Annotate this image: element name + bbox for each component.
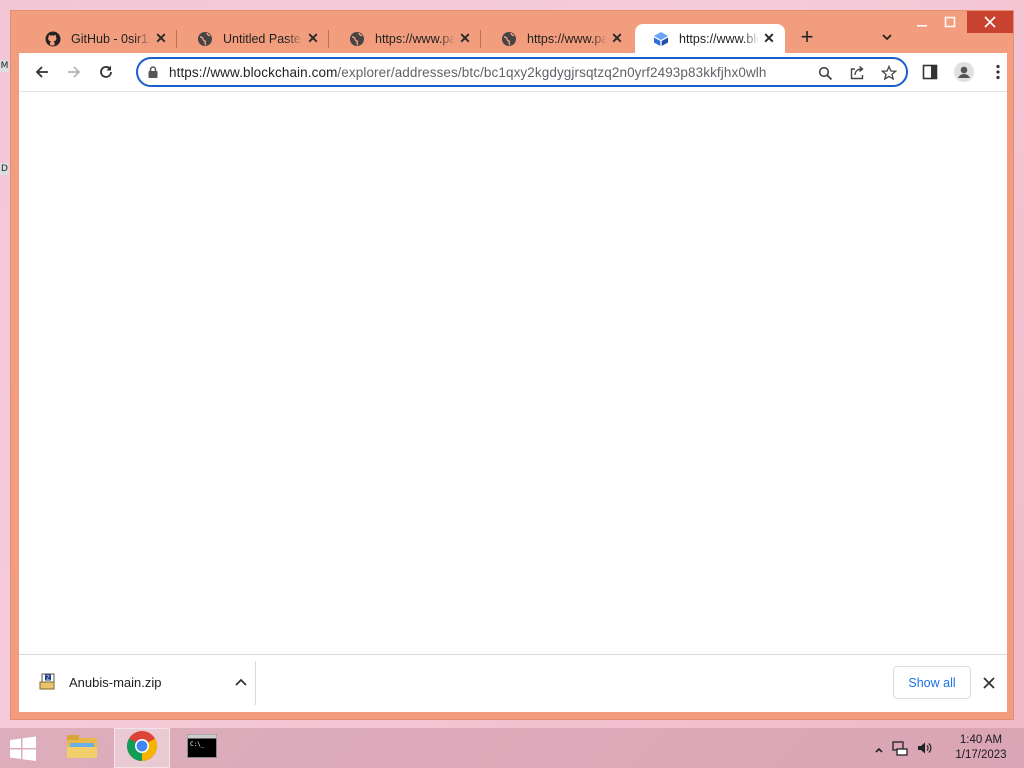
browser-window: GitHub - 0sir1ss ✕ Untitled Paste | p ✕ … bbox=[10, 10, 1014, 720]
tab-separator bbox=[480, 30, 481, 48]
globe-icon bbox=[501, 31, 517, 47]
tab-github[interactable]: GitHub - 0sir1ss ✕ bbox=[27, 24, 177, 53]
close-icon[interactable]: ✕ bbox=[151, 29, 171, 49]
back-arrow-icon[interactable] bbox=[29, 59, 55, 85]
url-path: /explorer/addresses/btc/bc1qxy2kgdygjrsq… bbox=[337, 64, 767, 80]
minimize-button[interactable] bbox=[909, 11, 935, 33]
cmd-taskbar-button[interactable]: C:\_ bbox=[174, 728, 230, 768]
close-window-button[interactable] bbox=[967, 11, 1013, 33]
system-tray bbox=[874, 740, 932, 761]
svg-text:Z: Z bbox=[46, 676, 50, 682]
desktop-icon-fragment: M bbox=[0, 60, 9, 72]
bookmark-star-icon[interactable] bbox=[878, 62, 900, 84]
maximize-button[interactable] bbox=[937, 11, 963, 33]
tab-paste-1[interactable]: https://www.paste ✕ bbox=[331, 24, 481, 53]
network-icon[interactable] bbox=[892, 740, 908, 761]
tab-separator bbox=[176, 30, 177, 48]
clock-date: 1/17/2023 bbox=[955, 749, 1007, 761]
download-item[interactable]: Z Anubis-main.zip bbox=[39, 673, 162, 691]
tab-separator bbox=[328, 30, 329, 48]
terminal-icon: C:\_ bbox=[187, 733, 217, 763]
lock-icon[interactable] bbox=[147, 65, 159, 79]
close-icon[interactable]: ✕ bbox=[759, 29, 779, 49]
tab-title: https://www.paste bbox=[375, 31, 455, 46]
tab-paste-2[interactable]: https://www.paste ✕ bbox=[483, 24, 633, 53]
chrome-taskbar-button[interactable] bbox=[114, 728, 170, 768]
tab-search-chevron-icon[interactable] bbox=[877, 27, 897, 47]
windows-start-icon[interactable] bbox=[8, 736, 38, 762]
tab-title: https://www.paste bbox=[527, 31, 607, 46]
side-panel-icon[interactable] bbox=[919, 61, 941, 83]
url-host: https://www.blockchain.com bbox=[169, 64, 338, 80]
system-clock[interactable]: 1:40 AM 1/17/2023 bbox=[946, 733, 1016, 763]
close-icon[interactable]: ✕ bbox=[455, 29, 475, 49]
file-explorer-button[interactable] bbox=[54, 728, 110, 768]
download-shelf: Z Anubis-main.zip Show all bbox=[19, 654, 1007, 712]
github-icon bbox=[45, 31, 61, 47]
tab-untitled-paste[interactable]: Untitled Paste | p ✕ bbox=[179, 24, 329, 53]
folder-icon bbox=[66, 732, 98, 765]
show-hidden-icons-icon[interactable] bbox=[874, 742, 884, 760]
close-icon[interactable]: ✕ bbox=[607, 29, 627, 49]
tab-blockchain[interactable]: https://www.blockch ✕ bbox=[635, 24, 785, 53]
svg-text:C:\_: C:\_ bbox=[190, 741, 205, 748]
chrome-icon bbox=[126, 730, 158, 767]
chevron-up-icon[interactable] bbox=[233, 675, 249, 691]
desktop-icon-fragment: D bbox=[0, 163, 9, 175]
address-bar[interactable]: https://www.blockchain.com/explorer/addr… bbox=[136, 57, 908, 87]
more-menu-icon[interactable] bbox=[987, 61, 1009, 83]
tab-title: https://www.blockch bbox=[679, 31, 759, 46]
tab-title: GitHub - 0sir1ss bbox=[71, 31, 151, 46]
close-icon[interactable]: ✕ bbox=[303, 29, 323, 49]
forward-arrow-icon[interactable] bbox=[61, 59, 87, 85]
zip-file-icon: Z bbox=[39, 673, 57, 691]
download-separator bbox=[255, 661, 256, 705]
download-file-name: Anubis-main.zip bbox=[69, 674, 162, 690]
url-text[interactable]: https://www.blockchain.com/explorer/addr… bbox=[169, 65, 767, 80]
browser-toolbar: https://www.blockchain.com/explorer/addr… bbox=[19, 53, 1007, 91]
volume-icon[interactable] bbox=[916, 740, 932, 761]
tab-title: Untitled Paste | p bbox=[223, 31, 303, 46]
reload-icon[interactable] bbox=[93, 59, 119, 85]
search-icon[interactable] bbox=[814, 62, 836, 84]
show-all-button[interactable]: Show all bbox=[893, 666, 971, 699]
close-icon[interactable] bbox=[979, 673, 999, 693]
new-tab-button[interactable]: + bbox=[795, 26, 819, 50]
tab-strip: GitHub - 0sir1ss ✕ Untitled Paste | p ✕ … bbox=[11, 11, 1013, 53]
globe-icon bbox=[349, 31, 365, 47]
clock-time: 1:40 AM bbox=[959, 734, 1003, 746]
share-icon[interactable] bbox=[846, 62, 868, 84]
taskbar: C:\_ 1:40 AM 1/17/2023 bbox=[0, 728, 1024, 768]
profile-avatar-icon[interactable] bbox=[953, 61, 975, 83]
globe-icon bbox=[197, 31, 213, 47]
page-content[interactable] bbox=[19, 92, 1007, 654]
blockchain-icon bbox=[653, 31, 669, 47]
